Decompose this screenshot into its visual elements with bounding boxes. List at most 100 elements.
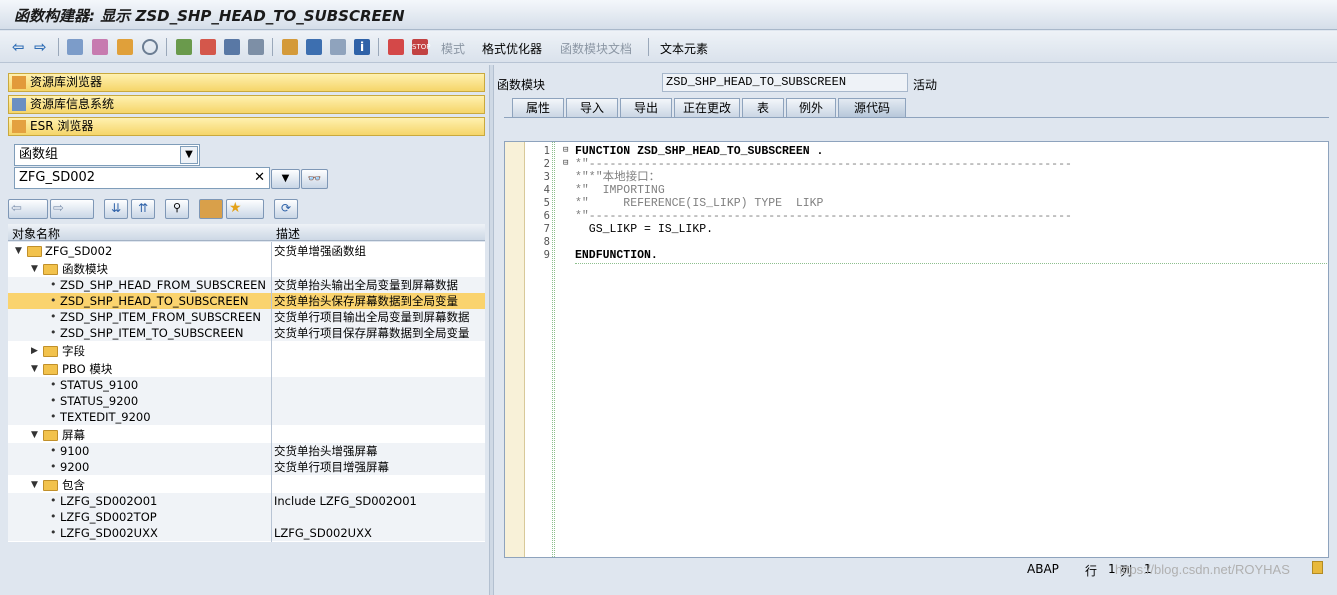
glasses-icon[interactable]: 👓 <box>301 169 328 189</box>
display-change-icon[interactable] <box>92 39 108 55</box>
tree-node-label: PBO 模块 <box>62 362 113 376</box>
code-line: *" IMPORTING <box>575 184 665 197</box>
tree-node-leaf[interactable]: • LZFG_SD002TOP <box>8 509 485 525</box>
tree-node-leaf[interactable]: • 9200 交货单行项目增强屏幕 <box>8 459 485 475</box>
tree-node-label: TEXTEDIT_9200 <box>60 410 151 424</box>
repository-browser-icon <box>12 76 26 89</box>
tab-exceptions[interactable]: 例外 <box>786 98 836 117</box>
tree-node-leaf[interactable]: • ZSD_SHP_ITEM_TO_SUBSCREEN 交货单行项目保存屏幕数据到… <box>8 325 485 341</box>
tree-node-leaf[interactable]: • LZFG_SD002UXX LZFG_SD002UXX <box>8 525 485 541</box>
column-header-description[interactable]: 描述 <box>276 225 300 242</box>
tree-node-description <box>274 343 485 359</box>
column-header-name[interactable]: 对象名称 <box>12 225 60 242</box>
tree-node-leaf[interactable]: • ZSD_SHP_ITEM_FROM_SUBSCREEN 交货单行项目输出全局变… <box>8 309 485 325</box>
esr-browser-label: ESR 浏览器 <box>30 119 94 133</box>
tree-node-leaf[interactable]: • STATUS_9200 <box>8 393 485 409</box>
object-type-select[interactable]: 函数组 ▼ <box>14 144 200 166</box>
window-title: 函数构建器: 显示 ZSD_SHP_HEAD_TO_SUBSCREEN <box>14 7 405 25</box>
binoculars-icon[interactable]: ⚲ <box>165 199 189 219</box>
navigation-stack-icon[interactable] <box>306 39 322 55</box>
tree-node-description: 交货单抬头增强屏幕 <box>274 444 378 458</box>
back-arrow-icon[interactable]: ⇦ <box>12 39 28 55</box>
other-object-icon[interactable] <box>67 39 83 55</box>
clear-icon[interactable]: ✕ <box>254 168 265 188</box>
tree-node-leaf[interactable]: • LZFG_SD002O01 Include LZFG_SD002O01 <box>8 493 485 509</box>
tree-node-description: LZFG_SD002UXX <box>274 526 372 540</box>
forward-arrow-icon[interactable]: ⇨ <box>34 39 50 55</box>
folder-icon <box>43 346 58 357</box>
tree-node-leaf[interactable]: • ZSD_SHP_HEAD_FROM_SUBSCREEN 交货单抬头输出全局变量… <box>8 277 485 293</box>
code-editor[interactable]: 1 2 3 4 5 6 7 8 9 ⊟ ⊟ FUNCTION ZSD_SHP_H… <box>504 141 1329 558</box>
tree-node-description: 交货单抬头保存屏幕数据到全局变量 <box>274 294 458 308</box>
tree-node-leaf[interactable]: • 9100 交货单抬头增强屏幕 <box>8 443 485 459</box>
line-number: 4 <box>543 184 550 196</box>
fold-collapse-icon[interactable]: ⊟ <box>563 145 568 155</box>
object-list-dropdown-button[interactable]: ▼ <box>271 169 300 189</box>
hierarchy-icon[interactable] <box>282 39 298 55</box>
tab-export[interactable]: 导出 <box>620 98 672 117</box>
tree-node-folder[interactable]: ▼ 包含 <box>8 477 485 493</box>
pretty-printer-button[interactable]: 格式优化器 <box>482 40 542 57</box>
display-object-list-icon[interactable] <box>248 39 264 55</box>
folder-open-icon <box>43 480 58 491</box>
tree-node-folder[interactable]: ▶ 字段 <box>8 343 485 359</box>
tree-node-leaf[interactable]: • TEXTEDIT_9200 <box>8 409 485 425</box>
repository-info-icon <box>12 98 26 111</box>
text-elements-button[interactable]: 文本元素 <box>660 40 708 57</box>
tab-attributes[interactable]: 属性 <box>512 98 564 117</box>
tree-node-folder[interactable]: ▼ 函数模块 <box>8 261 485 277</box>
tree-node-leaf-selected[interactable]: • ZSD_SHP_HEAD_TO_SUBSCREEN 交货单抬头保存屏幕数据到全… <box>8 293 485 309</box>
code-line: *"--------------------------------------… <box>575 210 1072 223</box>
line-number: 7 <box>543 223 550 235</box>
tree-node-leaf[interactable]: • STATUS_9100 <box>8 377 485 393</box>
pattern-button[interactable]: 模式 <box>441 40 465 57</box>
check-icon[interactable] <box>176 39 192 55</box>
tab-import[interactable]: 导入 <box>566 98 618 117</box>
tree-node-folder[interactable]: ▼ 屏幕 <box>8 427 485 443</box>
active-inactive-icon[interactable] <box>117 39 133 55</box>
repository-info-button[interactable]: 资源库信息系统 <box>8 95 485 114</box>
tab-source-code[interactable]: 源代码 <box>838 98 906 117</box>
refresh-icon[interactable]: ⟳ <box>274 199 298 219</box>
test-icon[interactable] <box>224 39 240 55</box>
window-icon[interactable] <box>330 39 346 55</box>
editor-gutter <box>505 142 525 557</box>
tree-node-description <box>274 427 485 443</box>
tree-node-label: STATUS_9100 <box>60 378 139 392</box>
tree-node-label: ZSD_SHP_ITEM_FROM_SUBSCREEN <box>60 310 261 324</box>
code-line: ENDFUNCTION. <box>575 249 658 262</box>
breakpoint-icon[interactable] <box>388 39 404 55</box>
esr-browser-button[interactable]: ESR 浏览器 <box>8 117 485 136</box>
tree-node-description <box>274 393 485 409</box>
info-icon[interactable]: i <box>354 39 370 55</box>
expand-down-icon[interactable]: ⇊ <box>104 199 128 219</box>
tree-column-divider <box>271 242 272 542</box>
function-module-name-field[interactable]: ZSD_SHP_HEAD_TO_SUBSCREEN <box>662 73 908 92</box>
where-used-icon[interactable] <box>142 39 158 55</box>
stop-icon[interactable]: STOP <box>412 39 430 55</box>
tree-node-label: ZSD_SHP_HEAD_TO_SUBSCREEN <box>60 294 249 308</box>
repository-browser-label: 资源库浏览器 <box>30 75 103 89</box>
hierarchy-icon[interactable] <box>199 199 223 219</box>
folder-open-icon <box>27 246 42 257</box>
fold-collapse-icon[interactable]: ⊟ <box>563 158 568 168</box>
tree-node-folder[interactable]: ▼ PBO 模块 <box>8 361 485 377</box>
tree-node-label: LZFG_SD002UXX <box>60 526 158 540</box>
tree-node-label: ZFG_SD002 <box>45 244 113 258</box>
tab-tables[interactable]: 表 <box>742 98 784 117</box>
chevron-down-icon[interactable]: ▼ <box>180 146 198 164</box>
activate-icon[interactable] <box>200 39 216 55</box>
tree-node-label: LZFG_SD002O01 <box>60 494 158 508</box>
object-name-input[interactable]: ZFG_SD002 ✕ <box>14 167 270 189</box>
fm-documentation-button[interactable]: 函数模块文档 <box>560 40 632 57</box>
line-number: 6 <box>543 210 550 222</box>
previous-object-button[interactable]: ⇦ <box>8 199 48 219</box>
tab-changing[interactable]: 正在更改 <box>674 98 740 117</box>
favorites-star-icon[interactable]: ★ <box>226 199 264 219</box>
tree-node-function-group[interactable]: ▼ ZFG_SD002 交货单增强函数组 <box>8 243 485 259</box>
repository-browser-button[interactable]: 资源库浏览器 <box>8 73 485 92</box>
tree-node-description: 交货单增强函数组 <box>274 244 366 258</box>
next-object-button[interactable]: ⇨ <box>50 199 94 219</box>
collapse-up-icon[interactable]: ⇈ <box>131 199 155 219</box>
note-icon[interactable] <box>1312 561 1323 574</box>
